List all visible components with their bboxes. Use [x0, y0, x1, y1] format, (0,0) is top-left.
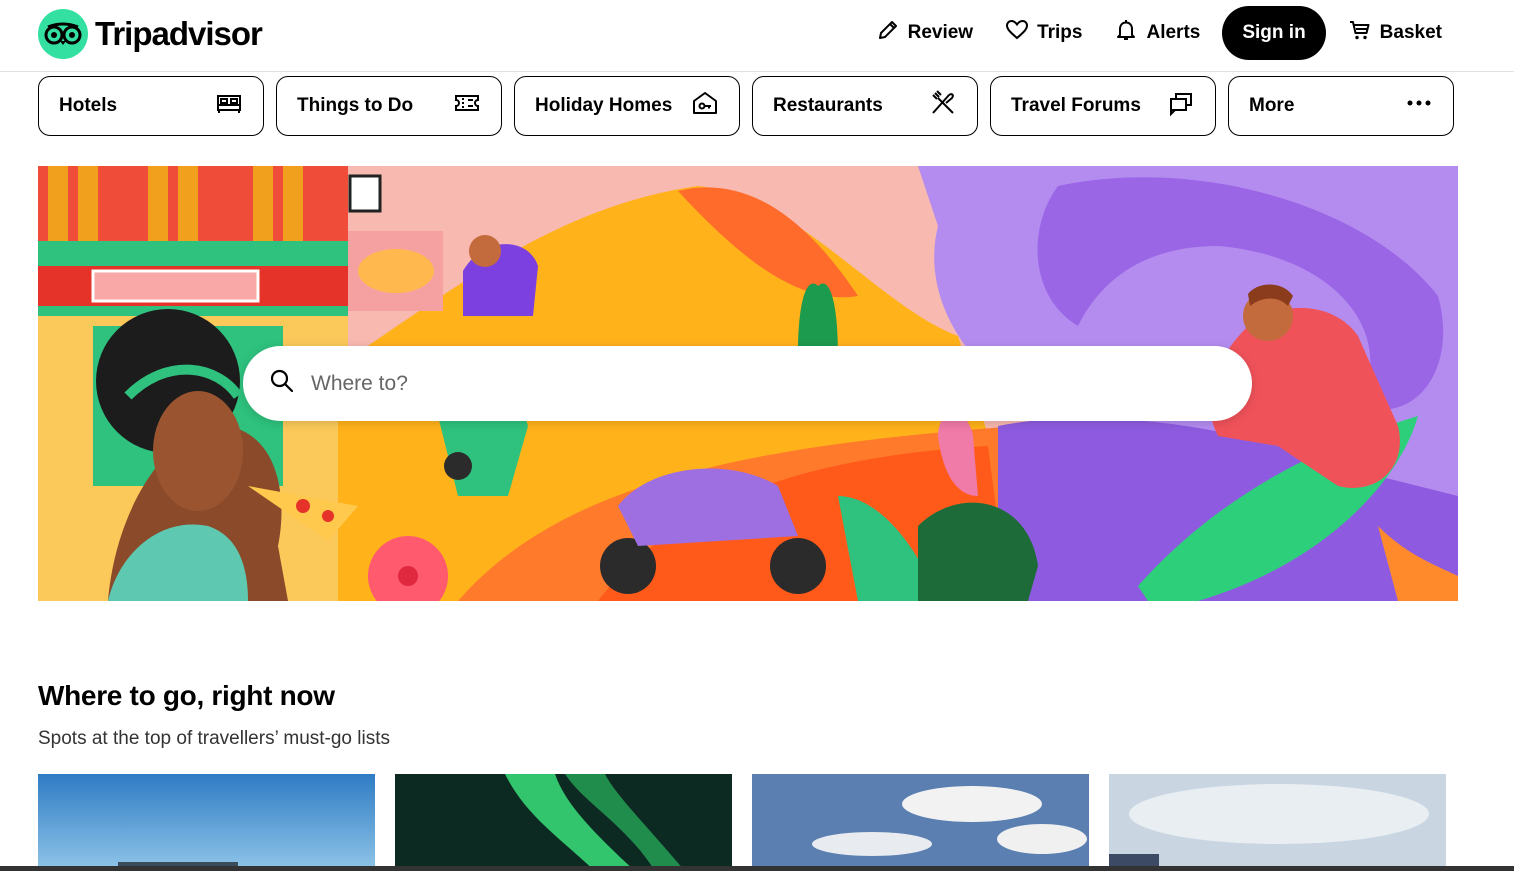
category-travel-forums[interactable]: Travel Forums	[990, 76, 1216, 136]
category-label: Holiday Homes	[535, 95, 673, 116]
destination-card[interactable]	[395, 774, 732, 871]
review-link[interactable]: Review	[860, 6, 989, 60]
chat-bubbles-icon	[1167, 89, 1195, 123]
category-hotels[interactable]: Hotels	[38, 76, 264, 136]
section-title: Where to go, right now	[38, 680, 335, 711]
category-label: Travel Forums	[1011, 95, 1141, 116]
category-label: Things to Do	[297, 95, 414, 116]
pencil-icon	[876, 18, 900, 48]
category-things-to-do[interactable]: Things to Do	[276, 76, 502, 136]
category-label: Hotels	[59, 95, 118, 116]
top-header: Tripadvisor Review Trips Alerts Sign in	[0, 0, 1514, 72]
bed-icon	[215, 89, 243, 123]
category-more[interactable]: More	[1228, 76, 1454, 136]
tripadvisor-logo[interactable]: Tripadvisor	[38, 9, 263, 59]
destination-card[interactable]	[752, 774, 1089, 871]
header-nav: Review Trips Alerts Sign in Basket	[860, 6, 1458, 60]
category-restaurants[interactable]: Restaurants	[752, 76, 978, 136]
cutlery-icon	[929, 89, 957, 123]
category-holiday-homes[interactable]: Holiday Homes	[514, 76, 740, 136]
house-key-icon	[691, 89, 719, 123]
destination-image	[752, 774, 1089, 871]
cart-icon	[1348, 18, 1372, 48]
heart-icon	[1005, 18, 1029, 48]
destination-cards	[38, 774, 1446, 871]
basket-link[interactable]: Basket	[1332, 6, 1458, 60]
destination-image	[395, 774, 732, 871]
search-input[interactable]	[311, 371, 1191, 396]
destination-card[interactable]	[38, 774, 375, 871]
review-label: Review	[907, 22, 974, 43]
section-subtitle: Spots at the top of travellers’ must-go …	[38, 728, 391, 749]
destination-card[interactable]	[1109, 774, 1446, 871]
bottom-edge	[0, 866, 1514, 871]
sign-in-button[interactable]: Sign in	[1222, 6, 1326, 60]
category-label: More	[1249, 95, 1295, 116]
trips-link[interactable]: Trips	[989, 6, 1098, 60]
more-dots-icon	[1405, 89, 1433, 123]
destination-image	[38, 774, 375, 871]
trips-label: Trips	[1037, 22, 1083, 43]
hero-search-bar[interactable]	[243, 346, 1252, 421]
destination-image	[1109, 774, 1446, 871]
hero-banner	[38, 166, 1458, 601]
search-icon	[269, 368, 311, 399]
owl-logo-icon	[38, 9, 88, 59]
category-pills: Hotels Things to Do Holiday Homes Restau…	[38, 76, 1454, 136]
bell-icon	[1114, 18, 1138, 48]
basket-label: Basket	[1379, 22, 1442, 43]
ticket-icon	[453, 89, 481, 123]
category-label: Restaurants	[773, 95, 883, 116]
brand-name: Tripadvisor	[95, 15, 263, 52]
alerts-label: Alerts	[1146, 22, 1201, 43]
alerts-link[interactable]: Alerts	[1098, 6, 1216, 60]
